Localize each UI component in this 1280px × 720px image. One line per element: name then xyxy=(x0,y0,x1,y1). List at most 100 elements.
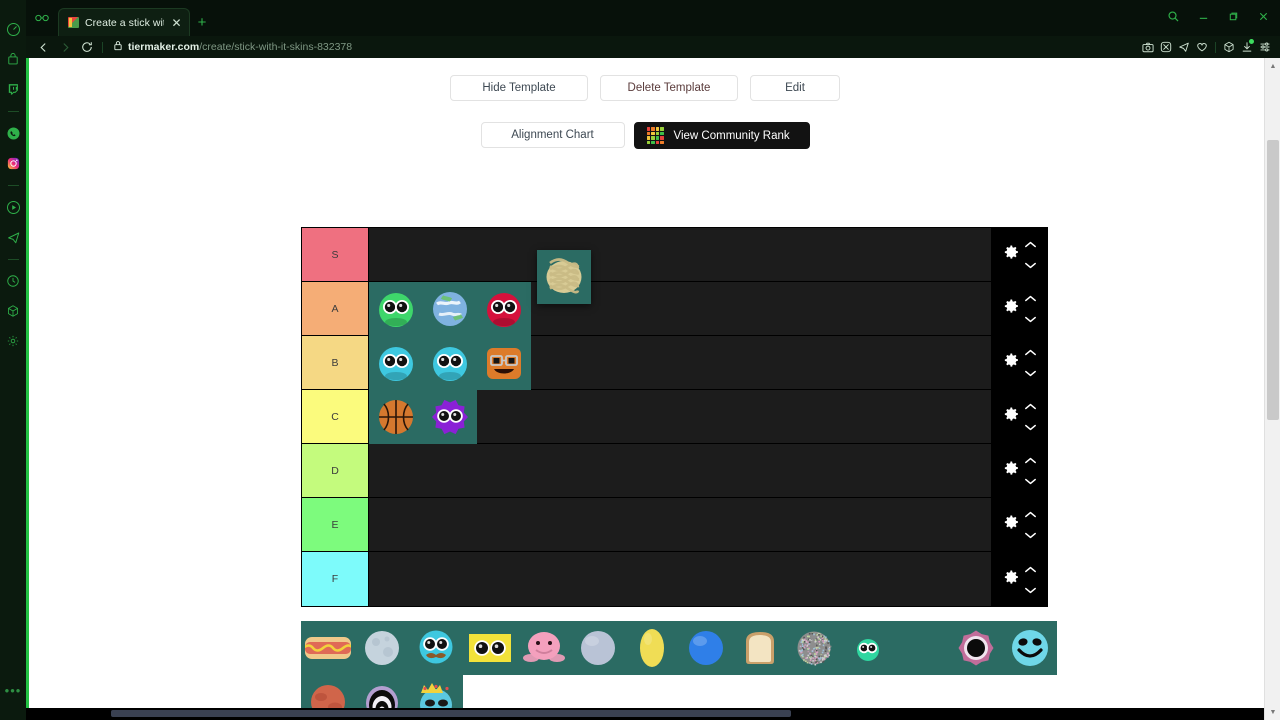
browser-tab[interactable]: Create a stick with it skins ✕ xyxy=(58,8,190,36)
tier-row: B xyxy=(302,336,1047,390)
download-icon[interactable] xyxy=(1238,36,1256,58)
horizontal-scrollbar[interactable] xyxy=(26,708,1264,720)
chevron-down-icon[interactable] xyxy=(1024,581,1037,599)
cube-icon[interactable] xyxy=(1220,36,1238,58)
green-smile-blob[interactable] xyxy=(369,282,423,336)
chevron-up-icon[interactable] xyxy=(1024,505,1037,523)
gear-icon[interactable] xyxy=(1002,459,1020,482)
send-icon[interactable] xyxy=(1175,36,1193,58)
mint-face-blob[interactable] xyxy=(841,621,895,675)
hotdog-blob[interactable] xyxy=(301,621,355,675)
pink-blobfish[interactable] xyxy=(517,621,571,675)
noodle-ball-blob[interactable] xyxy=(537,250,591,304)
basketball-blob[interactable] xyxy=(369,390,423,444)
tier-drop-zone-e[interactable] xyxy=(369,498,991,551)
static-blob[interactable] xyxy=(787,621,841,675)
twitch-icon[interactable] xyxy=(2,78,24,100)
close-icon[interactable]: ✕ xyxy=(170,16,183,30)
address-bar[interactable]: tiermaker.com/create/stick-with-it-skins… xyxy=(107,38,1139,56)
donut-ring-blob[interactable] xyxy=(949,621,1003,675)
cube-icon[interactable] xyxy=(2,300,24,322)
blue-orb[interactable] xyxy=(679,621,733,675)
gear-icon[interactable] xyxy=(1002,405,1020,428)
gear-icon[interactable] xyxy=(1002,243,1020,266)
edit-button[interactable]: Edit xyxy=(750,75,840,101)
tier-drop-zone-f[interactable] xyxy=(369,552,991,606)
chevron-down-icon[interactable] xyxy=(1024,526,1037,544)
search-icon[interactable] xyxy=(1158,0,1188,32)
gear-icon[interactable] xyxy=(1002,568,1020,591)
chevron-up-icon[interactable] xyxy=(1024,289,1037,307)
tier-row: F xyxy=(302,552,1047,606)
scroll-up-arrow[interactable]: ▲ xyxy=(1265,58,1280,74)
earth-blob[interactable] xyxy=(423,282,477,336)
chevron-down-icon[interactable] xyxy=(1024,310,1037,328)
tier-label-f[interactable]: F xyxy=(302,552,369,606)
chevron-up-icon[interactable] xyxy=(1024,451,1037,469)
new-tab-button[interactable]: + xyxy=(190,8,214,36)
adblock-icon[interactable] xyxy=(1157,36,1175,58)
chevron-up-icon[interactable] xyxy=(1024,235,1037,253)
vertical-scrollbar[interactable]: ▲ ▼ xyxy=(1264,58,1280,720)
orange-nerd-blob[interactable] xyxy=(477,336,531,390)
delete-template-button[interactable]: Delete Template xyxy=(600,75,738,101)
tier-label-s[interactable]: S xyxy=(302,228,369,281)
tier-drop-zone-c[interactable] xyxy=(369,390,991,443)
alignment-chart-button[interactable]: Alignment Chart xyxy=(481,122,625,148)
close-button[interactable] xyxy=(1248,0,1278,32)
back-button[interactable] xyxy=(32,36,54,58)
grey-orb[interactable] xyxy=(571,621,625,675)
tier-label-d[interactable]: D xyxy=(302,444,369,497)
cyan-smiley-blob[interactable] xyxy=(1003,621,1057,675)
chevron-down-icon[interactable] xyxy=(1024,364,1037,382)
minimize-button[interactable] xyxy=(1188,0,1218,32)
moon-blob[interactable] xyxy=(355,621,409,675)
instagram-icon[interactable] xyxy=(2,152,24,174)
chevron-down-icon[interactable] xyxy=(1024,472,1037,490)
tier-label-b[interactable]: B xyxy=(302,336,369,389)
view-community-rank-button[interactable]: View Community Rank xyxy=(634,122,810,149)
tier-drop-zone-d[interactable] xyxy=(369,444,991,497)
red-blob[interactable] xyxy=(477,282,531,336)
chevron-down-icon[interactable] xyxy=(1024,256,1037,274)
chevron-up-icon[interactable] xyxy=(1024,560,1037,578)
yellow-square-blob[interactable] xyxy=(463,621,517,675)
tab-search-icon[interactable] xyxy=(26,0,58,36)
tier-drop-zone-a[interactable] xyxy=(369,282,991,335)
settings-icon[interactable] xyxy=(2,330,24,352)
shopping-icon[interactable] xyxy=(2,48,24,70)
hide-template-button[interactable]: Hide Template xyxy=(450,75,588,101)
chevron-up-icon[interactable] xyxy=(1024,397,1037,415)
bread-slice[interactable] xyxy=(733,621,787,675)
easy-setup-icon[interactable] xyxy=(1256,36,1274,58)
history-icon[interactable] xyxy=(2,270,24,292)
tier-label-e[interactable]: E xyxy=(302,498,369,551)
lemon-blob[interactable] xyxy=(625,621,679,675)
telegram-icon[interactable] xyxy=(2,226,24,248)
mustache-blob[interactable] xyxy=(409,621,463,675)
scroll-down-arrow[interactable]: ▼ xyxy=(1265,704,1280,720)
camera-icon[interactable] xyxy=(1139,36,1157,58)
chevron-down-icon[interactable] xyxy=(1024,418,1037,436)
horizontal-scroll-thumb[interactable] xyxy=(111,710,791,717)
gear-icon[interactable] xyxy=(1002,351,1020,374)
tier-label-a[interactable]: A xyxy=(302,282,369,335)
tier-drop-zone-b[interactable] xyxy=(369,336,991,389)
sidebar-overflow-button[interactable]: ••• xyxy=(5,683,22,698)
gear-icon[interactable] xyxy=(1002,513,1020,536)
speed-dial-icon[interactable] xyxy=(2,18,24,40)
heart-icon[interactable] xyxy=(1193,36,1211,58)
messenger-icon[interactable] xyxy=(2,196,24,218)
forward-button[interactable] xyxy=(54,36,76,58)
cyan-blob-2[interactable] xyxy=(423,336,477,390)
maximize-button[interactable] xyxy=(1218,0,1248,32)
vertical-scroll-thumb[interactable] xyxy=(1267,140,1279,420)
reload-button[interactable] xyxy=(76,36,98,58)
gear-icon[interactable] xyxy=(1002,297,1020,320)
whatsapp-icon[interactable] xyxy=(2,122,24,144)
cyan-blob-1[interactable] xyxy=(369,336,423,390)
tier-drop-zone-s[interactable] xyxy=(369,228,991,281)
purple-fuzz-blob[interactable] xyxy=(423,390,477,444)
chevron-up-icon[interactable] xyxy=(1024,343,1037,361)
tier-label-c[interactable]: C xyxy=(302,390,369,443)
